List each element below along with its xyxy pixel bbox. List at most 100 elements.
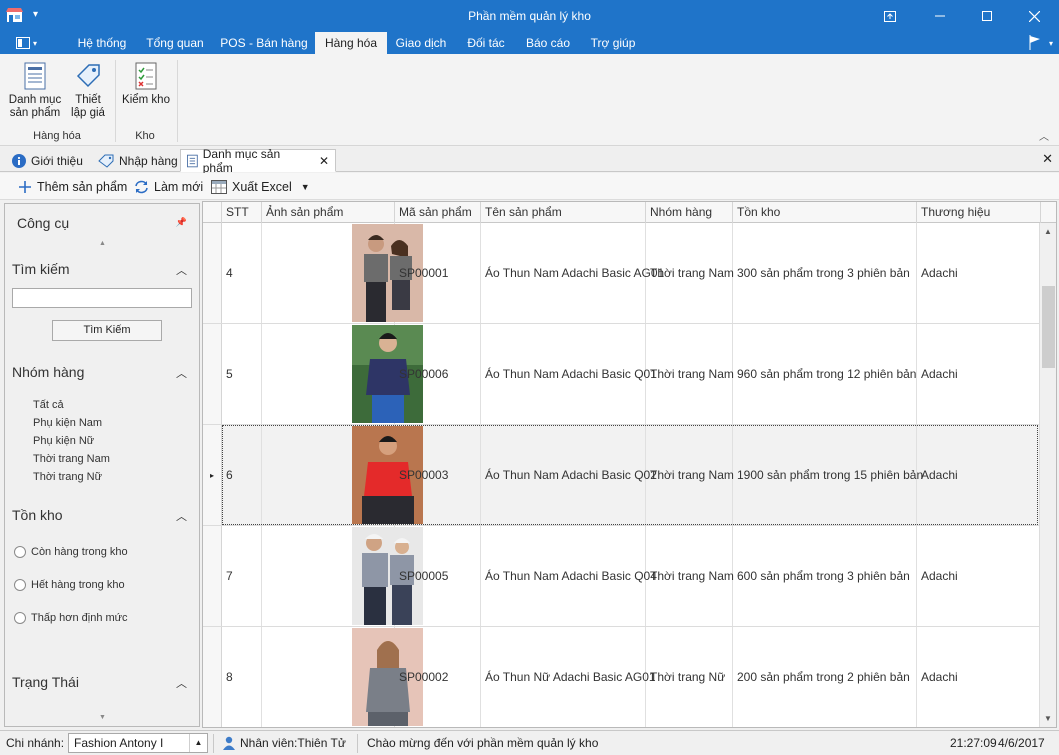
doc-tab-gioi-thieu[interactable]: Giới thiệu xyxy=(6,149,89,172)
ribbon-body: Danh mục sản phẩm Thiết lập giá Kiểm kho… xyxy=(0,54,1059,146)
radio-circle[interactable] xyxy=(14,579,26,591)
close-button[interactable] xyxy=(1019,6,1049,26)
column-header-stock[interactable]: Tồn kho xyxy=(733,202,917,223)
row-indicator[interactable] xyxy=(203,526,222,626)
close-document-icon[interactable]: ✕ xyxy=(1042,151,1053,167)
inventory-check-icon xyxy=(135,62,157,90)
chevron-up-icon[interactable]: ︿ xyxy=(176,675,187,691)
row-indicator[interactable] xyxy=(203,324,222,424)
column-header-image[interactable]: Ảnh sản phẩm xyxy=(262,202,395,223)
table-row[interactable]: 7 SP00005 Áo Thun Nam Adachi Basic Q04 T… xyxy=(203,526,1039,627)
thiet-lap-label-2: lập giá xyxy=(71,107,105,119)
danh-muc-san-pham-button[interactable]: Danh mục sản phẩm xyxy=(8,62,62,120)
ribbon-group-separator xyxy=(115,60,116,142)
collapse-ribbon-icon[interactable]: ︿ xyxy=(1039,128,1049,143)
group-item-thoi-trang-nu[interactable]: Thời trang Nữ xyxy=(33,471,102,483)
chevron-up-icon[interactable]: ︿ xyxy=(176,365,187,381)
table-row[interactable]: 4 SP00001 Áo Thun Nam Adachi Basic AG01 … xyxy=(203,223,1039,324)
cell-group: Thời trang Nữ xyxy=(646,627,733,727)
add-product-button[interactable]: Thêm sản phẩm xyxy=(18,177,127,196)
info-icon xyxy=(12,153,26,168)
row-indicator[interactable]: ▸ xyxy=(203,425,222,525)
search-button[interactable]: Tìm Kiếm xyxy=(52,320,162,341)
kiem-kho-button[interactable]: Kiểm kho xyxy=(121,62,171,107)
scroll-thumb[interactable] xyxy=(1042,286,1055,368)
tab-bao-cao[interactable]: Báo cáo xyxy=(520,32,576,54)
row-indicator[interactable] xyxy=(203,627,222,727)
cell-name: Áo Thun Nữ Adachi Basic AG01 xyxy=(481,627,656,727)
group-item-tat-ca[interactable]: Tất cả xyxy=(33,399,64,411)
scroll-down-arrow-icon[interactable]: ▼ xyxy=(1044,714,1052,723)
cell-brand: Adachi xyxy=(921,468,958,482)
table-row-selected[interactable]: ▸ 6 SP00003 Áo Thun Nam Adachi Basic Q02… xyxy=(203,425,1039,526)
group-item-phu-kien-nu[interactable]: Phụ kiện Nữ xyxy=(33,435,94,447)
column-header-code[interactable]: Mã sản phẩm xyxy=(395,202,481,223)
excel-icon xyxy=(211,179,227,194)
doc-tab-danh-muc-san-pham[interactable]: Danh mục sản phẩm ✕ xyxy=(180,147,336,175)
export-dropdown-icon[interactable]: ▼ xyxy=(301,182,310,192)
column-header-name[interactable]: Tên sản phẩm xyxy=(481,202,646,223)
pin-icon[interactable]: 📌 xyxy=(176,217,187,228)
app-menu-button[interactable]: ▾ xyxy=(16,35,46,51)
cell-stt: 4 xyxy=(222,223,262,323)
cell-group: Thời trang Nam xyxy=(646,324,734,424)
price-tag-icon xyxy=(76,64,100,88)
scroll-up-arrow-icon[interactable]: ▲ xyxy=(1044,227,1052,236)
thiet-lap-gia-button[interactable]: Thiết lập giá xyxy=(66,62,110,120)
tab-giao-dich[interactable]: Giao dịch xyxy=(392,32,450,54)
ribbon-group-separator xyxy=(177,60,178,142)
radio-circle[interactable] xyxy=(14,546,26,558)
doc-tab-nhap-hang[interactable]: Nhập hàng xyxy=(92,149,184,172)
tab-hang-hoa[interactable]: Hàng hóa xyxy=(315,32,387,54)
chevron-up-icon[interactable]: ︿ xyxy=(176,262,187,278)
radio-circle[interactable] xyxy=(14,612,26,624)
cell-code: SP00006 xyxy=(395,324,481,424)
stock-option-het-hang[interactable]: Hết hàng trong kho xyxy=(14,579,125,591)
flag-icon[interactable] xyxy=(1029,35,1041,50)
column-header-brand[interactable]: Thương hiệu xyxy=(917,202,1041,223)
tab-tro-giup[interactable]: Trợ giúp xyxy=(585,32,641,54)
column-header-stt[interactable]: STT xyxy=(222,202,262,223)
table-row[interactable]: 8 SP00002 Áo Thun Nữ Adachi Basic AG01 T… xyxy=(203,627,1039,727)
cell-stt: 7 xyxy=(222,526,262,626)
group-item-phu-kien-nam[interactable]: Phụ kiện Nam xyxy=(33,417,102,429)
cell-brand: Adachi xyxy=(921,670,958,684)
tab-tong-quan[interactable]: Tổng quan xyxy=(142,32,208,54)
tab-pos-ban-hang[interactable]: POS - Bán hàng xyxy=(218,32,310,54)
status-separator xyxy=(213,734,214,753)
cell-stt: 8 xyxy=(222,627,262,727)
close-tab-icon[interactable]: ✕ xyxy=(319,154,329,168)
search-input[interactable] xyxy=(12,288,192,308)
chevron-up-icon[interactable]: ︿ xyxy=(176,508,187,524)
panel-scroll-up-icon[interactable]: ▲ xyxy=(99,240,106,247)
branch-dropdown-icon[interactable]: ▲ xyxy=(189,734,207,752)
stock-option-con-hang[interactable]: Còn hàng trong kho xyxy=(14,546,128,558)
grid-vertical-scrollbar[interactable]: ▲ ▼ xyxy=(1039,223,1056,727)
export-excel-button[interactable]: Xuất Excel ▼ xyxy=(211,177,310,196)
row-indicator[interactable] xyxy=(203,223,222,323)
table-row[interactable]: 5 SP00006 Áo Thun Nam Adachi Basic Q01 T… xyxy=(203,324,1039,425)
flag-dropdown-icon[interactable]: ▾ xyxy=(1049,39,1053,48)
refresh-button[interactable]: Làm mới xyxy=(134,177,203,196)
maximize-button[interactable] xyxy=(972,6,1002,26)
cell-code: SP00001 xyxy=(395,223,481,323)
restore-ribbon-icon[interactable] xyxy=(875,6,905,26)
group-item-thoi-trang-nam[interactable]: Thời trang Nam xyxy=(33,453,110,465)
minimize-button[interactable] xyxy=(925,6,955,26)
stock-option-label: Hết hàng trong kho xyxy=(31,579,125,591)
add-product-label: Thêm sản phẩm xyxy=(37,179,128,194)
stock-option-thap-hon[interactable]: Thấp hơn định mức xyxy=(14,612,128,624)
welcome-message: Chào mừng đến với phần mềm quản lý kho xyxy=(367,736,599,750)
document-icon xyxy=(187,154,198,167)
stock-option-label: Còn hàng trong kho xyxy=(31,546,128,558)
branch-select[interactable]: Fashion Antony I ▲ xyxy=(68,733,208,753)
doc-tab-label: Nhập hàng xyxy=(119,153,178,168)
column-header-group[interactable]: Nhóm hàng xyxy=(646,202,733,223)
cell-image xyxy=(262,526,423,626)
cell-stt: 5 xyxy=(222,324,262,424)
tab-doi-tac[interactable]: Đối tác xyxy=(460,32,512,54)
tab-he-thong[interactable]: Hệ thống xyxy=(72,32,132,54)
panel-scroll-down-icon[interactable]: ▼ xyxy=(99,714,106,721)
staff-info: Nhân viên:Thiên Tử xyxy=(222,736,346,750)
branch-select-value: Fashion Antony I xyxy=(74,736,164,750)
